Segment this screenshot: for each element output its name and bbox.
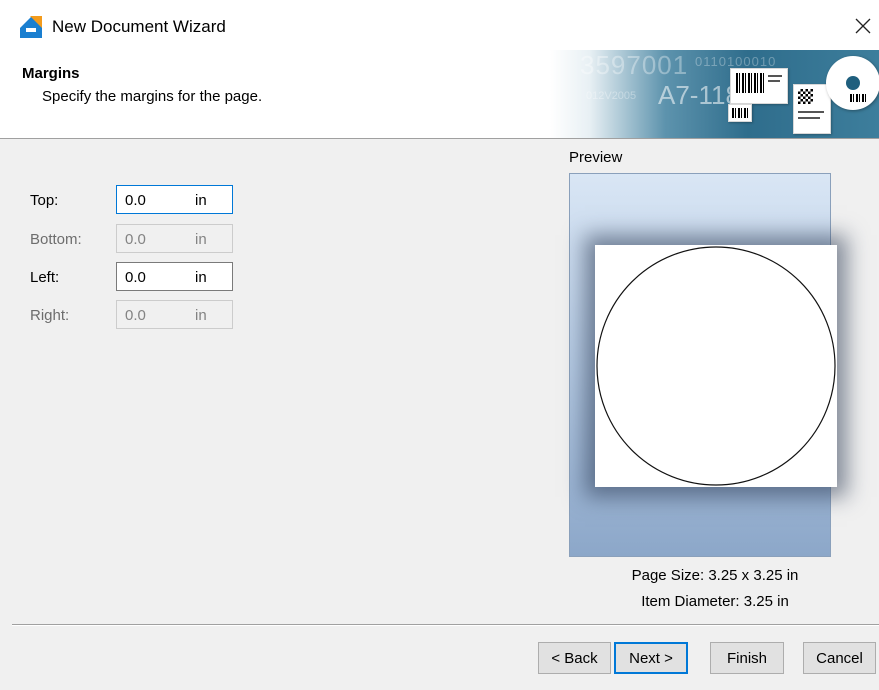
close-button[interactable] [847,10,879,42]
preview-page [595,245,837,487]
app-logo-icon [20,16,42,38]
bottom-margin-unit: in [195,231,207,248]
left-margin-value[interactable]: 0.0 [125,269,146,286]
bottom-margin-value: 0.0 [125,231,146,248]
cancel-button[interactable]: Cancel [803,642,876,674]
qr-label-icon [793,84,831,134]
right-margin-label: Right: [30,307,70,324]
header-banner-image: 3597001 0110100010 A7-118 012V2005 [550,50,879,138]
preview-label: Preview [569,149,623,166]
right-margin-field: 0.0 in [116,300,233,329]
cd-label-icon [826,56,879,110]
back-button[interactable]: < Back [538,642,611,674]
preview-pane [569,173,837,557]
left-margin-label: Left: [30,269,60,286]
page-subtitle: Specify the margins for the page. [42,88,263,105]
finish-button[interactable]: Finish [710,642,784,674]
bottom-margin-field: 0.0 in [116,224,233,253]
preview-circle-item [596,246,836,486]
title-bar: New Document Wizard [0,0,879,50]
top-margin-field[interactable]: 0.0 in [116,185,233,214]
left-margin-unit: in [195,269,207,286]
page-title: Margins [22,65,80,82]
barcode-label-icon [730,68,788,104]
right-margin-unit: in [195,307,207,324]
window-title: New Document Wizard [52,17,226,36]
left-margin-field[interactable]: 0.0 in [116,262,233,291]
wizard-header: Margins Specify the margins for the page… [0,50,879,139]
top-margin-unit: in [195,192,207,209]
top-margin-label: Top: [30,192,59,209]
page-size-text: Page Size: 3.25 x 3.25 in [631,567,799,584]
footer-divider [12,624,879,626]
item-diameter-text: Item Diameter: 3.25 in [641,593,789,610]
bottom-margin-label: Bottom: [30,231,82,248]
top-margin-value[interactable]: 0.0 [125,192,146,209]
close-icon [855,18,871,34]
right-margin-value: 0.0 [125,307,146,324]
next-button[interactable]: Next > [614,642,688,674]
small-barcode-icon [728,104,752,122]
